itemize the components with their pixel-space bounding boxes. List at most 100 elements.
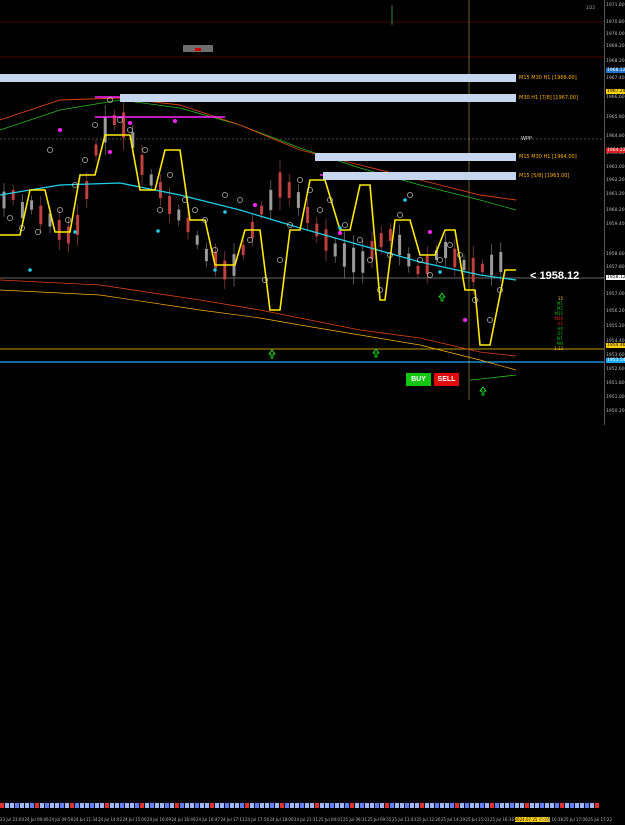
price-badge: 1954.46	[606, 343, 625, 348]
strip-cell	[285, 803, 289, 808]
price-tick: 1964.80	[606, 134, 625, 139]
strip-cell	[455, 803, 459, 808]
cyan-dot	[73, 230, 77, 234]
time-label: 24 Jul 16:47	[196, 817, 220, 822]
zone-label: M30 H1 [7/8] [1967.00]	[519, 95, 578, 101]
strip-cell	[375, 803, 379, 808]
buy-arrow-icon	[438, 292, 446, 302]
time-label: 25 Jul 16:38	[539, 817, 563, 822]
strip-cell	[510, 803, 514, 808]
strip-cell	[25, 803, 29, 808]
signal-circle	[7, 215, 13, 221]
candle-body	[177, 209, 181, 221]
magenta-dot	[463, 318, 467, 322]
strip-cell	[170, 803, 174, 808]
price-tick: 1959.40	[606, 222, 625, 227]
strip-cell	[295, 803, 299, 808]
time-label: 25 Jul 04:01	[318, 817, 343, 822]
time-label: 23 Jul 23:04	[0, 817, 24, 822]
magenta-dot	[128, 121, 132, 125]
strip-cell	[15, 803, 19, 808]
strip-cell	[380, 803, 384, 808]
price-tick: 1957.00	[606, 292, 625, 297]
candle-body	[122, 112, 126, 138]
strip-cell	[140, 803, 144, 808]
strip-cell	[270, 803, 274, 808]
candle-body	[158, 181, 162, 199]
chart-toggle-button[interactable]	[183, 45, 213, 52]
current-price-readout: < 1958.12	[530, 270, 580, 282]
magenta-dot	[58, 128, 62, 132]
strip-cell	[420, 803, 424, 808]
strip-cell	[480, 803, 484, 808]
strip-cell	[95, 803, 99, 808]
candle-body	[462, 259, 466, 271]
price-tick: 1963.00	[606, 165, 625, 170]
strip-cell	[585, 803, 589, 808]
price-tick: 1965.80	[606, 115, 625, 120]
strip-cell	[595, 803, 599, 808]
price-tick: 1958.60	[606, 252, 625, 257]
strip-cell	[470, 803, 474, 808]
candle-body	[471, 257, 475, 283]
candle-body	[20, 202, 24, 218]
magenta-dot	[253, 203, 257, 207]
zone-band	[0, 74, 516, 82]
strip-cell	[40, 803, 44, 808]
signal-circle	[222, 192, 228, 198]
strip-cell	[5, 803, 9, 808]
price-tick: 1968.20	[606, 59, 625, 64]
candle-body	[416, 265, 420, 275]
strip-cell	[255, 803, 259, 808]
strip-cell	[55, 803, 59, 808]
time-label: 24 Jul 14:02	[98, 817, 122, 822]
strip-cell	[185, 803, 189, 808]
sell-button[interactable]: SELL	[434, 373, 459, 386]
time-label: 24 Jul 17:56	[245, 817, 269, 822]
zone-band	[323, 172, 516, 180]
strip-cell	[290, 803, 294, 808]
strip-cell	[280, 803, 284, 808]
strip-cell	[335, 803, 339, 808]
strip-cell	[180, 803, 184, 808]
strip-cell	[275, 803, 279, 808]
candle-body	[278, 172, 282, 198]
strip-cell	[135, 803, 139, 808]
strip-cell	[35, 803, 39, 808]
price-badge: 1953.54	[606, 358, 625, 363]
strip-cell	[115, 803, 119, 808]
buy-button[interactable]: BUY	[406, 373, 431, 386]
strip-cell	[195, 803, 199, 808]
candle-body	[204, 248, 208, 262]
time-label: 25 Jul 17:00	[563, 817, 588, 822]
signal-circle	[157, 207, 163, 213]
strip-cell	[400, 803, 404, 808]
signal-circle	[342, 222, 348, 228]
strip-cell	[475, 803, 479, 808]
cyan-dot	[156, 229, 160, 233]
time-label: 24 Jul 16:09	[147, 817, 171, 822]
price-axis[interactable]: 1971.80 1970.80 1970.00 1969.20 1968.20 1967.…	[604, 0, 625, 425]
strip-cell	[430, 803, 434, 808]
strip-cell	[350, 803, 354, 808]
strip-cell	[570, 803, 574, 808]
signal-circle	[297, 177, 303, 183]
price-tick: 1956.20	[606, 309, 625, 314]
price-tick: 1951.80	[606, 381, 625, 386]
strip-cell	[460, 803, 464, 808]
strip-cell	[100, 803, 104, 808]
price-badge: 1967.24	[606, 89, 625, 94]
chart-area[interactable]: 1/22 M15 M30 H1 [1968.00] M30 H1 [7/8] [1…	[0, 0, 604, 400]
candle-body	[149, 174, 153, 186]
strip-cell	[340, 803, 344, 808]
price-badge: 1968.12	[606, 68, 625, 73]
candle-body	[324, 229, 328, 251]
candle-body	[195, 235, 199, 245]
price-chart[interactable]	[0, 0, 604, 400]
candle-body	[444, 241, 448, 259]
buy-arrow-icon	[268, 349, 276, 359]
strip-cell	[330, 803, 334, 808]
strip-cell	[155, 803, 159, 808]
strip-cell	[125, 803, 129, 808]
time-axis[interactable]: 23 Jul 23:04 24 Jul 09:46 24 Jul 09:58 24 J…	[0, 400, 612, 822]
